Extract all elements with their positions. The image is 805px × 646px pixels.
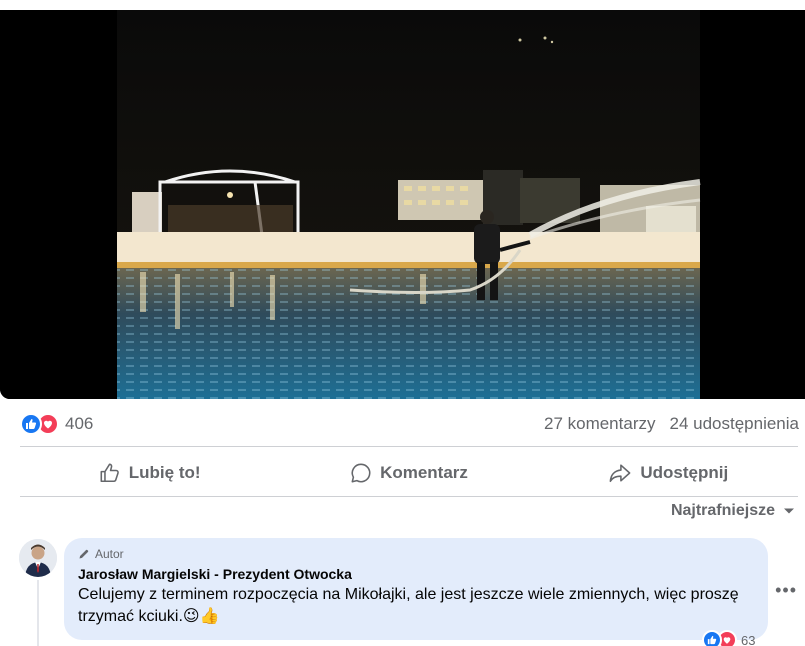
post-photo[interactable]: [0, 10, 805, 399]
divider: [20, 496, 798, 497]
share-label: Udostępnij: [640, 463, 729, 482]
pencil-icon: [79, 549, 89, 559]
post-actions: Lubię to! Komentarz Udostępnij: [20, 452, 798, 494]
reactions-summary[interactable]: 406: [20, 412, 93, 436]
share-icon: [609, 464, 631, 483]
comment-sort-dropdown[interactable]: Najtrafniejsze: [671, 502, 795, 520]
like-icon: [20, 413, 42, 435]
like-icon: [702, 630, 722, 646]
comment-bubble: Autor Jarosław Margielski - Prezydent Ot…: [64, 538, 768, 640]
reaction-count: 406: [65, 414, 94, 433]
comment-text: Celujemy z terminem rozpoczęcia na Mikoł…: [78, 586, 739, 625]
thread-line: [37, 580, 39, 646]
sort-label: Najtrafniejsze: [670, 502, 775, 519]
caret-down-icon: [784, 508, 794, 514]
ice-rink-photo: [0, 10, 805, 399]
avatar[interactable]: [19, 539, 57, 577]
shares-count-link[interactable]: 24 udostępnienia: [669, 414, 799, 434]
comment-author-link[interactable]: Jarosław Margielski - Prezydent Otwocka: [78, 566, 754, 582]
more-options-icon[interactable]: •••: [775, 580, 797, 601]
like-button[interactable]: Lubię to!: [20, 452, 279, 494]
comment-reaction-count: 63: [741, 632, 756, 646]
comment-label: Komentarz: [380, 463, 468, 482]
divider: [20, 446, 798, 447]
post-stats: 27 komentarzy 24 udostępnienia: [544, 414, 799, 434]
author-avatar-image: [19, 539, 57, 577]
comment-icon: [351, 463, 371, 483]
share-button[interactable]: Udostępnij: [539, 452, 798, 494]
thumbs-up-icon: [100, 463, 119, 483]
comments-count-link[interactable]: 27 komentarzy: [544, 414, 656, 434]
like-label: Lubię to!: [128, 463, 201, 482]
comment-button[interactable]: Komentarz: [279, 452, 538, 494]
comment-reactions[interactable]: 63: [702, 630, 755, 646]
author-badge: Autor: [78, 546, 754, 562]
author-badge-label: Autor: [95, 547, 124, 561]
